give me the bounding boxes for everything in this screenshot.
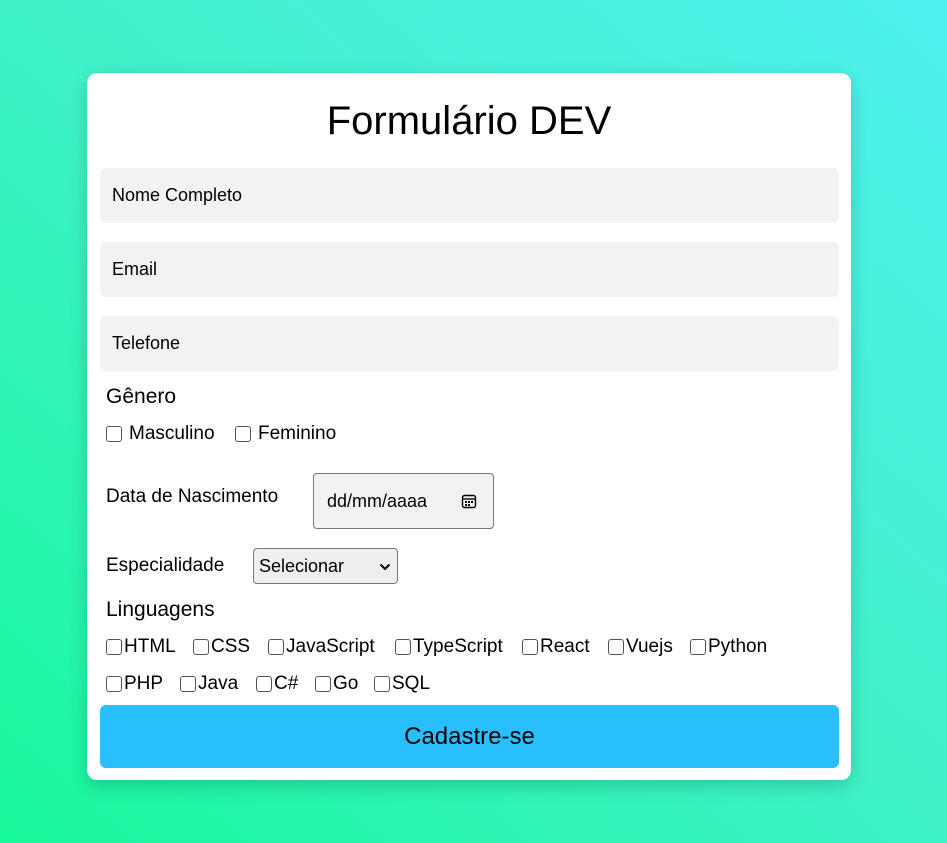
python-label: Python (708, 636, 768, 657)
form-title: Formulário DEV (326, 99, 612, 143)
chevron-down-icon (379, 563, 391, 571)
css-checkbox[interactable] (193, 639, 209, 655)
gender-label: Gênero (106, 385, 177, 408)
python-checkbox[interactable] (690, 639, 706, 655)
lang-option-html[interactable]: HTML (106, 636, 176, 658)
php-label: PHP (124, 673, 164, 694)
lang-option-python[interactable]: Python (690, 636, 767, 658)
lang-option-csharp[interactable]: C# (256, 673, 298, 695)
gender-option-feminino[interactable]: Feminino (235, 423, 336, 445)
email-input[interactable] (100, 242, 839, 297)
typescript-checkbox[interactable] (395, 639, 411, 655)
javascript-label: JavaScript (286, 636, 375, 657)
birthdate-label: Data de Nascimento (106, 486, 279, 507)
lang-option-php[interactable]: PHP (106, 673, 163, 695)
lang-option-java[interactable]: Java (180, 673, 238, 695)
javascript-checkbox[interactable] (268, 639, 284, 655)
php-checkbox[interactable] (106, 676, 122, 692)
lang-option-go[interactable]: Go (315, 673, 358, 695)
languages-label: Linguagens (106, 598, 215, 621)
vuejs-label: Vuejs (626, 636, 673, 657)
css-label: CSS (211, 636, 251, 657)
lang-option-react[interactable]: React (522, 636, 590, 658)
go-checkbox[interactable] (315, 676, 331, 692)
calendar-icon[interactable] (461, 493, 477, 509)
html-checkbox[interactable] (106, 639, 122, 655)
lang-option-css[interactable]: CSS (193, 636, 250, 658)
form-card: Formulário DEV Gênero Masculino Feminino… (87, 73, 851, 780)
vuejs-checkbox[interactable] (608, 639, 624, 655)
feminino-label: Feminino (258, 423, 337, 444)
lang-option-javascript[interactable]: JavaScript (268, 636, 375, 658)
java-checkbox[interactable] (180, 676, 196, 692)
java-label: Java (198, 673, 239, 694)
phone-input[interactable] (100, 316, 839, 371)
feminino-checkbox[interactable] (235, 426, 251, 442)
gender-option-masculino[interactable]: Masculino (106, 423, 215, 445)
masculino-label: Masculino (129, 423, 215, 444)
birthdate-placeholder: dd/mm/aaaa (327, 490, 428, 511)
specialty-selected-value: Selecionar (259, 555, 345, 576)
specialty-label: Especialidade (106, 555, 225, 576)
birthdate-input[interactable]: dd/mm/aaaa (313, 473, 494, 529)
csharp-checkbox[interactable] (256, 676, 272, 692)
sql-label: SQL (392, 673, 431, 694)
lang-option-typescript[interactable]: TypeScript (395, 636, 503, 658)
go-label: Go (333, 673, 359, 694)
react-label: React (540, 636, 590, 657)
submit-button[interactable]: Cadastre-se (100, 705, 839, 768)
lang-option-vuejs[interactable]: Vuejs (608, 636, 673, 658)
lang-option-sql[interactable]: SQL (374, 673, 430, 695)
name-input[interactable] (100, 168, 839, 223)
react-checkbox[interactable] (522, 639, 538, 655)
csharp-label: C# (274, 673, 299, 694)
sql-checkbox[interactable] (374, 676, 390, 692)
html-label: HTML (124, 636, 176, 657)
typescript-label: TypeScript (413, 636, 503, 657)
masculino-checkbox[interactable] (106, 426, 122, 442)
specialty-select[interactable]: Selecionar (253, 548, 398, 584)
